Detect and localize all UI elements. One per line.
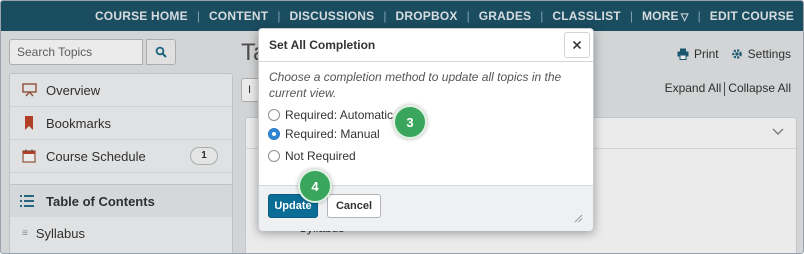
dialog-title: Set All Completion [269, 38, 376, 52]
option-required-manual[interactable]: Required: Manual [268, 127, 380, 141]
radio-button[interactable] [268, 109, 280, 121]
close-button[interactable] [564, 32, 590, 58]
option-label: Not Required [285, 149, 356, 163]
step-callout-3: 3 [393, 105, 427, 139]
radio-button-selected[interactable] [268, 128, 280, 140]
dialog-instructions: Choose a completion method to update all… [269, 70, 562, 100]
option-label: Required: Automatic [285, 108, 394, 122]
resize-handle-icon[interactable] [574, 214, 583, 223]
close-icon [573, 41, 581, 49]
option-required-automatic[interactable]: Required: Automatic [268, 108, 393, 122]
app-frame: COURSE HOME | CONTENT | DISCUSSIONS | DR… [0, 0, 804, 254]
option-not-required[interactable]: Not Required [268, 149, 356, 163]
radio-button[interactable] [268, 150, 280, 162]
dialog-header: Set All Completion [259, 29, 593, 62]
step-callout-4: 4 [298, 169, 332, 203]
cancel-button[interactable]: Cancel [327, 194, 381, 218]
option-label: Required: Manual [285, 127, 380, 141]
